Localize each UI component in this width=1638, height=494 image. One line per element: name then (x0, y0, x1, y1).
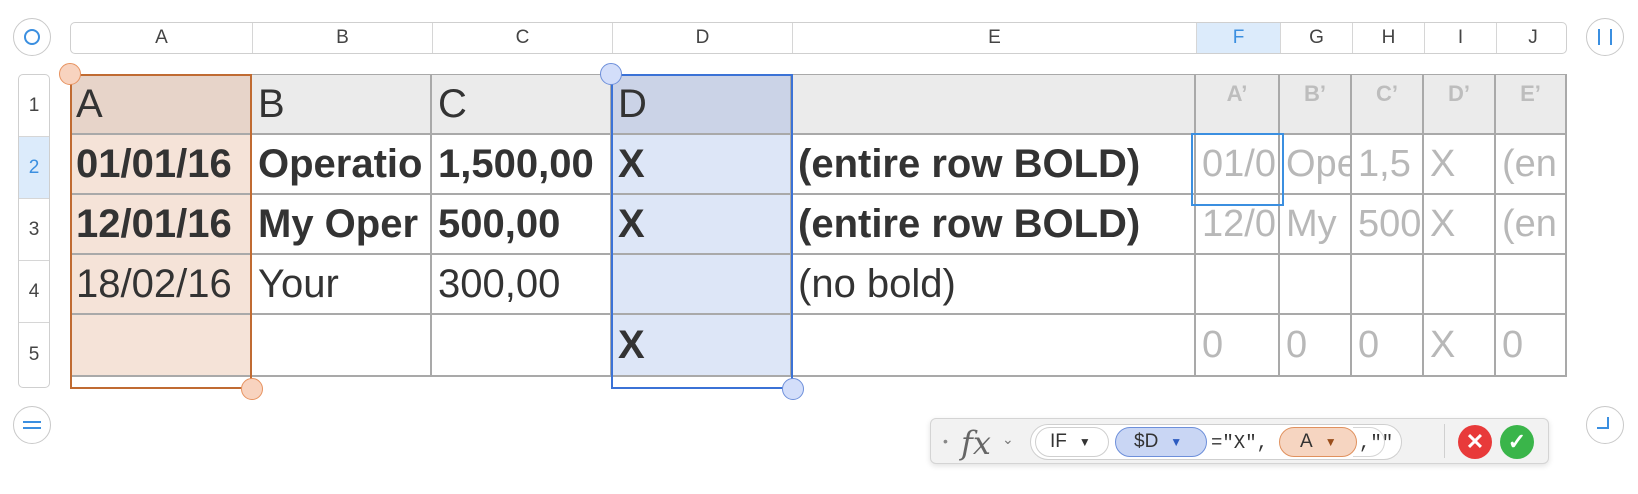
cell-i5[interactable]: X (1424, 315, 1496, 377)
formula-bar: • fx ⌄ IF ▼ $D ▼ ="X", A ▼ ,"" (930, 418, 1549, 464)
range-a-bottom-handle[interactable] (241, 378, 263, 400)
cell-i1[interactable]: D’ (1424, 75, 1496, 135)
dropdown-arrow-icon: ▼ (1324, 435, 1337, 449)
freeze-columns-icon (1598, 29, 1612, 45)
freeze-rows-icon (23, 421, 41, 429)
formula-literal-2: ,"" (1359, 432, 1394, 454)
cell-f1[interactable]: A’ (1196, 75, 1280, 135)
range-highlight-column-a (70, 74, 252, 389)
cell-c1[interactable]: C (432, 75, 612, 135)
cell-j2[interactable]: (en (1496, 135, 1567, 195)
select-all-button[interactable] (13, 18, 51, 56)
cell-c5[interactable] (432, 315, 612, 377)
row-freeze-button[interactable] (13, 406, 51, 444)
column-header-a[interactable]: A (71, 23, 253, 53)
cell-e5[interactable] (792, 315, 1196, 377)
cell-i2[interactable]: X (1424, 135, 1496, 195)
row-header-5[interactable]: 5 (19, 323, 49, 387)
cell-e3[interactable]: (entire row BOLD) (792, 195, 1196, 255)
range-highlight-column-d (611, 74, 793, 389)
cell-e4[interactable]: (no bold) (792, 255, 1196, 315)
cell-g2[interactable]: Ope (1280, 135, 1352, 195)
cell-c3[interactable]: 500,00 (432, 195, 612, 255)
cell-f5[interactable]: 0 (1196, 315, 1280, 377)
cell-b5[interactable] (252, 315, 432, 377)
cell-h1[interactable]: C’ (1352, 75, 1424, 135)
cell-j3[interactable]: (en (1496, 195, 1567, 255)
cell-i4[interactable] (1424, 255, 1496, 315)
chevron-down-icon[interactable]: ⌄ (1002, 431, 1014, 448)
row-header-4[interactable]: 4 (19, 261, 49, 323)
row-header-1[interactable]: 1 (19, 75, 49, 137)
bullet-icon: • (943, 433, 948, 449)
cell-c4[interactable]: 300,00 (432, 255, 612, 315)
column-header-c[interactable]: C (433, 23, 613, 53)
function-token-if[interactable]: IF ▼ (1035, 427, 1109, 457)
cell-g5[interactable]: 0 (1280, 315, 1352, 377)
accept-formula-button[interactable]: ✓ (1500, 425, 1534, 459)
reference-token-d-label: $D (1134, 431, 1159, 452)
cell-g4[interactable] (1280, 255, 1352, 315)
cell-b2[interactable]: Operatio (252, 135, 432, 195)
row-header-3[interactable]: 3 (19, 199, 49, 261)
cell-b4[interactable]: Your (252, 255, 432, 315)
range-a-top-handle[interactable] (59, 63, 81, 85)
cell-h5[interactable]: 0 (1352, 315, 1424, 377)
range-d-top-handle[interactable] (600, 63, 622, 85)
cell-h4[interactable] (1352, 255, 1424, 315)
table-resize-button[interactable] (1586, 406, 1624, 444)
cell-h2[interactable]: 1,5 (1352, 135, 1424, 195)
reference-token-d[interactable]: $D ▼ (1115, 427, 1207, 457)
column-header-j[interactable]: J (1497, 23, 1566, 53)
column-header-f[interactable]: F (1197, 23, 1281, 53)
cell-e1[interactable] (792, 75, 1196, 135)
function-token-label: IF (1050, 431, 1067, 452)
cell-j1[interactable]: E’ (1496, 75, 1567, 135)
cell-i3[interactable]: X (1424, 195, 1496, 255)
column-freeze-button[interactable] (1586, 18, 1624, 56)
cell-c2[interactable]: 1,500,00 (432, 135, 612, 195)
cell-b3[interactable]: My Oper (252, 195, 432, 255)
formula-editor[interactable]: IF ▼ $D ▼ ="X", A ▼ ,"" (1030, 424, 1402, 460)
active-cell-f2 (1191, 133, 1284, 206)
column-header-d[interactable]: D (613, 23, 793, 53)
cell-h3[interactable]: 500 (1352, 195, 1424, 255)
column-header-e[interactable]: E (793, 23, 1197, 53)
dropdown-arrow-icon: ▼ (1170, 435, 1183, 449)
column-header-g[interactable]: G (1281, 23, 1353, 53)
column-header-h[interactable]: H (1353, 23, 1425, 53)
cell-j4[interactable] (1496, 255, 1567, 315)
row-header-2[interactable]: 2 (19, 137, 49, 199)
cell-b1[interactable]: B (252, 75, 432, 135)
formula-bar-separator (1444, 424, 1445, 458)
circle-select-icon (24, 29, 40, 45)
range-d-bottom-handle[interactable] (782, 378, 804, 400)
row-header-bar: 1 2 3 4 5 (18, 74, 50, 388)
cell-j5[interactable]: 0 (1496, 315, 1567, 377)
column-header-b[interactable]: B (253, 23, 433, 53)
formula-literal-1: ="X", (1211, 432, 1269, 454)
column-header-bar: A B C D E F G H I J (70, 22, 1567, 54)
fx-label[interactable]: fx (961, 424, 991, 462)
cell-e2[interactable]: (entire row BOLD) (792, 135, 1196, 195)
cell-g1[interactable]: B’ (1280, 75, 1352, 135)
reference-token-a[interactable]: A ▼ (1279, 427, 1357, 457)
resize-corner-icon (1597, 417, 1609, 429)
column-header-i[interactable]: I (1425, 23, 1497, 53)
cell-g3[interactable]: My (1280, 195, 1352, 255)
reference-token-a-label: A (1300, 431, 1313, 452)
dropdown-arrow-icon: ▼ (1078, 435, 1091, 449)
cancel-formula-button[interactable]: ✕ (1458, 425, 1492, 459)
cell-f4[interactable] (1196, 255, 1280, 315)
